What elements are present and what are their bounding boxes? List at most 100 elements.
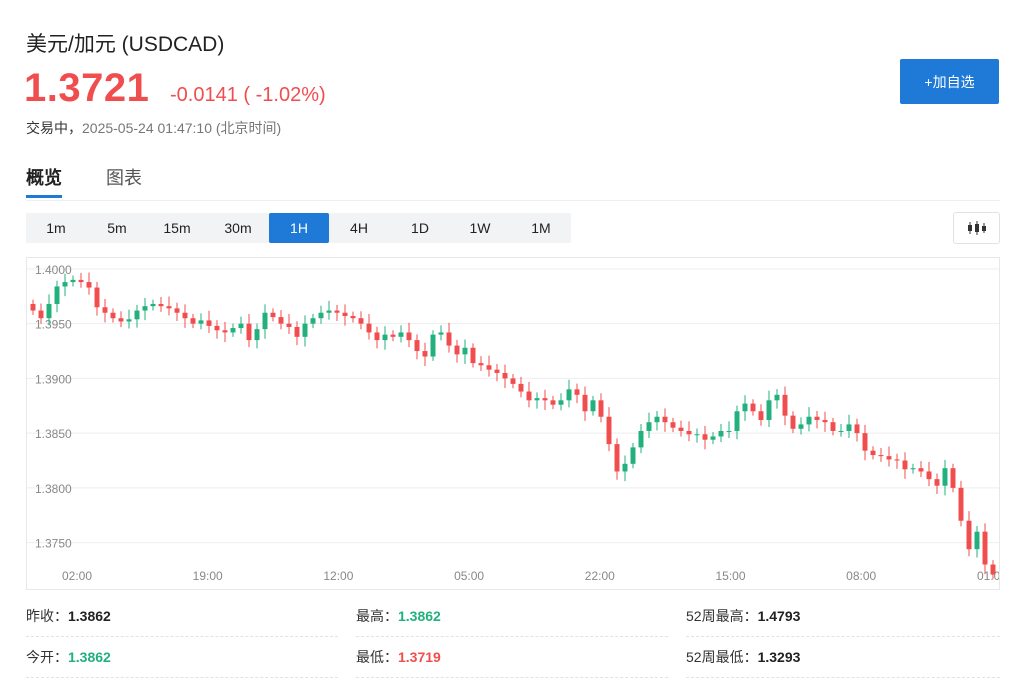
period-1d[interactable]: 1D bbox=[390, 213, 450, 243]
candle-body bbox=[974, 531, 980, 550]
candle-body bbox=[982, 531, 988, 565]
candle-body bbox=[574, 389, 580, 395]
candle-body bbox=[958, 487, 964, 521]
period-4h[interactable]: 4H bbox=[329, 213, 389, 243]
stat-value: 1.4793 bbox=[757, 608, 801, 624]
candle-body bbox=[534, 398, 540, 401]
candle-body bbox=[598, 400, 604, 417]
candle-body bbox=[702, 434, 708, 440]
period-1mo[interactable]: 1M bbox=[511, 213, 571, 243]
candle-body bbox=[894, 459, 900, 461]
y-tick-label: 1.3900 bbox=[35, 372, 72, 386]
candle-body bbox=[350, 316, 356, 319]
tab-chart[interactable]: 图表 bbox=[106, 164, 142, 190]
y-tick-label: 1.3750 bbox=[35, 537, 72, 551]
stat-low: 最低：1.3719 bbox=[356, 637, 668, 678]
x-tick-label: 12:00 bbox=[323, 569, 353, 583]
candle-body bbox=[342, 312, 348, 317]
candle-body bbox=[334, 310, 340, 313]
candle-body bbox=[798, 424, 804, 429]
candle-body bbox=[838, 430, 844, 432]
stat-value: 1.3862 bbox=[398, 608, 441, 624]
candle-body bbox=[766, 400, 772, 421]
candle-body bbox=[438, 332, 444, 335]
candle-body bbox=[78, 279, 84, 283]
candle-body bbox=[310, 318, 316, 324]
current-price: 1.3721 bbox=[24, 66, 150, 110]
candle-body bbox=[966, 520, 972, 550]
candle-body bbox=[462, 347, 468, 355]
candle-body bbox=[302, 323, 308, 337]
x-tick-label: 15:00 bbox=[715, 569, 745, 583]
stat-value: 1.3293 bbox=[757, 649, 801, 665]
candle-body bbox=[446, 332, 452, 346]
candle-body bbox=[318, 312, 324, 319]
candle-body bbox=[718, 430, 724, 437]
candlestick-chart: 1.40001.39501.39001.38501.38001.375002:0… bbox=[27, 263, 1001, 583]
candle-body bbox=[422, 351, 428, 357]
tab-overview[interactable]: 概览 bbox=[26, 164, 62, 190]
period-1h[interactable]: 1H bbox=[269, 213, 329, 243]
period-1w[interactable]: 1W bbox=[450, 213, 510, 243]
candle-body bbox=[94, 287, 100, 308]
candle-body bbox=[782, 394, 788, 416]
add-watchlist-button[interactable]: +加自选 bbox=[900, 59, 999, 104]
price-chart[interactable]: 1.4000 1.3950 1.3900 1.3850 1.3800 1.3750 02:0… bbox=[26, 257, 1001, 590]
stat-value: 1.3862 bbox=[68, 649, 111, 665]
y-tick-label: 1.4000 bbox=[35, 263, 72, 277]
candle-body bbox=[686, 430, 692, 435]
trading-status: 交易中，2025-05-24 01:47:10 (北京时间) bbox=[26, 118, 281, 138]
candle-body bbox=[230, 328, 236, 333]
candle-body bbox=[990, 564, 996, 575]
stat-value: 1.3719 bbox=[398, 649, 441, 665]
stat-label: 最高： bbox=[356, 608, 398, 624]
candle-body bbox=[878, 455, 884, 457]
candle-body bbox=[742, 403, 748, 412]
candle-body bbox=[262, 312, 268, 330]
candle-body bbox=[54, 286, 60, 304]
candle-body bbox=[246, 323, 252, 341]
x-tick-label: 19:00 bbox=[193, 569, 223, 583]
stat-value: 1.3862 bbox=[68, 608, 111, 624]
period-1m[interactable]: 1m bbox=[26, 213, 86, 243]
candle-body bbox=[582, 394, 588, 412]
period-15m[interactable]: 15m bbox=[147, 213, 207, 243]
candle-body bbox=[38, 310, 44, 319]
stat-label: 昨收： bbox=[26, 608, 68, 624]
candle-body bbox=[430, 334, 436, 357]
candle-body bbox=[678, 427, 684, 431]
candle-body bbox=[382, 334, 388, 341]
candle-body bbox=[214, 325, 220, 331]
candle-body bbox=[406, 332, 412, 341]
candle-body bbox=[366, 323, 372, 333]
candle-body bbox=[926, 471, 932, 480]
period-5m[interactable]: 5m bbox=[87, 213, 147, 243]
stat-52w-high: 52周最高：1.4793 bbox=[686, 596, 1000, 637]
candle-body bbox=[950, 468, 956, 488]
period-30m[interactable]: 30m bbox=[208, 213, 268, 243]
candle-body bbox=[190, 318, 196, 324]
x-tick-label: 02:00 bbox=[62, 569, 92, 583]
candle-body bbox=[254, 329, 260, 341]
candle-body bbox=[182, 312, 188, 319]
candle-body bbox=[398, 332, 404, 337]
candle-body bbox=[142, 306, 148, 311]
stat-label: 52周最高： bbox=[686, 608, 758, 624]
candle-body bbox=[734, 411, 740, 431]
stat-label: 今开： bbox=[26, 649, 68, 665]
timestamp: 2025-05-24 01:47:10 bbox=[82, 120, 212, 136]
candlestick-icon bbox=[967, 221, 986, 235]
candle-body bbox=[774, 394, 780, 401]
candle-body bbox=[102, 307, 108, 313]
tab-bar: 概览 图表 bbox=[26, 162, 1000, 201]
candle-body bbox=[806, 416, 812, 425]
candle-body bbox=[934, 479, 940, 486]
y-tick-label: 1.3850 bbox=[35, 427, 72, 441]
candle-body bbox=[542, 398, 548, 401]
candlestick-toggle-button[interactable] bbox=[953, 212, 1000, 244]
candle-body bbox=[222, 330, 228, 333]
candle-body bbox=[238, 323, 244, 329]
candle-body bbox=[910, 468, 916, 470]
stat-label: 最低： bbox=[356, 649, 398, 665]
candle-body bbox=[822, 420, 828, 423]
